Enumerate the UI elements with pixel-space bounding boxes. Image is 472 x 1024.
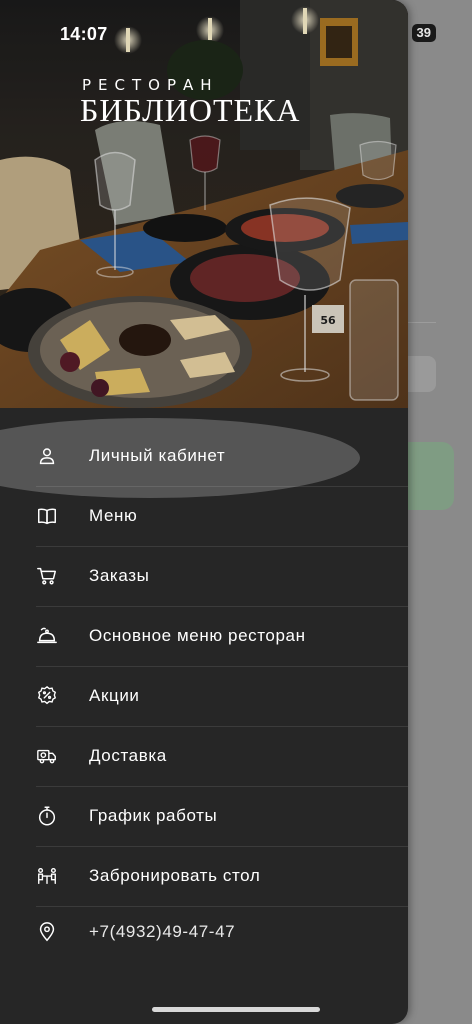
background-input-field <box>408 356 436 392</box>
percent-badge-icon <box>36 685 58 707</box>
menu-item-book-table[interactable]: Забронировать стол <box>0 846 408 907</box>
menu-item-label: Основное меню ресторан <box>89 626 306 645</box>
book-icon <box>36 505 58 527</box>
navigation-drawer: 56 14:07 РЕСТОРАН БИБЛИОТЕКА Личный каби… <box>0 0 408 1024</box>
background-green-button <box>408 442 454 510</box>
menu-item-main-restaurant-menu[interactable]: Основное меню ресторан <box>0 606 408 667</box>
menu-item-label: Акции <box>89 686 140 705</box>
stopwatch-icon <box>36 805 58 827</box>
menu-item-menu[interactable]: Меню <box>0 486 408 547</box>
logo-title: БИБЛИОТЕКА <box>80 92 301 128</box>
menu-item-working-hours[interactable]: График работы <box>0 786 408 847</box>
menu-item-phone[interactable]: +7(4932)49-47-47 <box>0 906 408 958</box>
menu-item-label: +7(4932)49-47-47 <box>89 922 236 941</box>
menu-item-label: Меню <box>89 506 138 525</box>
drawer-menu-list: Личный кабинет Меню Заказы Основное меню… <box>0 426 408 958</box>
menu-item-label: Забронировать стол <box>89 866 261 885</box>
menu-item-label: Заказы <box>89 566 150 585</box>
table-reservation-icon <box>36 865 58 887</box>
cart-icon <box>36 565 58 587</box>
restaurant-interior-photo: 56 <box>0 0 408 408</box>
menu-item-orders[interactable]: Заказы <box>0 546 408 607</box>
menu-item-label: Личный кабинет <box>89 446 226 465</box>
menu-item-label: График работы <box>89 806 218 825</box>
menu-item-label: Доставка <box>89 746 167 765</box>
person-icon <box>36 445 58 467</box>
menu-item-promotions[interactable]: Акции <box>0 666 408 727</box>
location-pin-icon <box>36 921 58 943</box>
status-time: 14:07 <box>60 24 108 44</box>
delivery-truck-icon <box>36 745 58 767</box>
background-field-divider <box>408 322 436 323</box>
home-indicator[interactable] <box>152 1007 320 1012</box>
menu-item-personal-account[interactable]: Личный кабинет <box>0 426 408 487</box>
restaurant-logo: РЕСТОРАН БИБЛИОТЕКА <box>80 76 340 129</box>
restaurant-hero-photo: 56 14:07 РЕСТОРАН БИБЛИОТЕКА <box>0 0 408 408</box>
menu-item-delivery[interactable]: Доставка <box>0 726 408 787</box>
cloche-icon <box>36 625 58 647</box>
battery-indicator: 39 <box>411 24 436 42</box>
